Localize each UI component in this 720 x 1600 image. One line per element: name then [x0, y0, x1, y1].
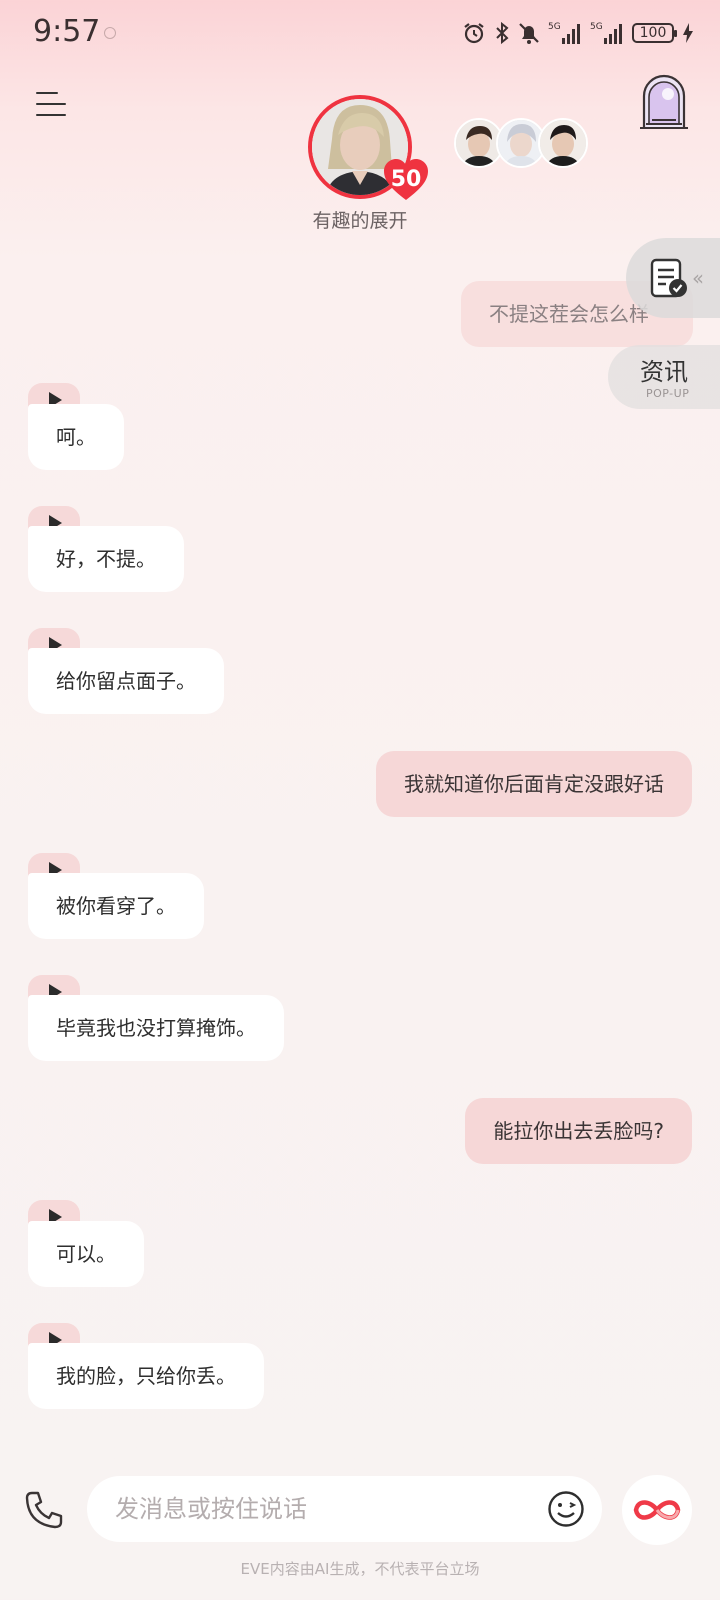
message-bubble-ai[interactable]: 呵。: [28, 404, 124, 470]
menu-line: [36, 92, 58, 94]
alarm-icon: [464, 23, 484, 44]
message-bubble-ai[interactable]: 毕竟我也没打算掩饰。: [28, 995, 284, 1061]
status-time: 9:57: [33, 14, 101, 49]
news-popup-tab[interactable]: 资讯 POP-UP: [608, 345, 720, 409]
task-list-tab[interactable]: ‹‹: [626, 238, 720, 318]
message-bubble-ai[interactable]: 被你看穿了。: [28, 873, 204, 939]
message-bubble-ai[interactable]: 可以。: [28, 1221, 144, 1287]
message-bubble-user[interactable]: 我就知道你后面肯定没跟好话: [376, 751, 692, 817]
portal-door-button[interactable]: [638, 74, 690, 130]
message-input[interactable]: [87, 1476, 602, 1542]
affinity-level-badge[interactable]: 50: [382, 158, 430, 202]
checklist-icon: [650, 258, 687, 298]
other-characters[interactable]: [454, 118, 588, 170]
status-bar: 9:57 5G 5G 100: [0, 0, 720, 70]
notification-dot-icon: [104, 27, 116, 39]
status-icons: 5G 5G 100: [462, 20, 694, 46]
character-name[interactable]: 有趣的展开: [260, 206, 460, 233]
news-popup-title: 资讯: [640, 358, 688, 386]
voice-call-button[interactable]: [22, 1488, 66, 1532]
mute-bell-icon: [519, 23, 539, 44]
svg-text:5G: 5G: [548, 22, 561, 32]
menu-button[interactable]: [36, 90, 66, 118]
battery-indicator: 100: [632, 23, 677, 43]
character-avatar-mini[interactable]: [538, 118, 588, 168]
collapse-chevron-icon: ‹‹: [692, 266, 704, 290]
infinity-icon: [633, 1500, 681, 1520]
phone-icon: [25, 1491, 63, 1529]
bluetooth-icon: [496, 21, 509, 45]
message-bubble-ai[interactable]: 给你留点面子。: [28, 648, 224, 714]
message-bubble-ai[interactable]: 我的脸，只给你丢。: [28, 1343, 264, 1409]
ai-disclaimer: EVE内容由AI生成，不代表平台立场: [240, 1560, 480, 1578]
charging-icon: [683, 23, 693, 43]
ai-mode-button[interactable]: [622, 1475, 692, 1545]
svg-text:5G: 5G: [590, 22, 603, 32]
emoji-button[interactable]: [547, 1490, 585, 1528]
news-popup-subtitle: POP-UP: [646, 387, 690, 400]
message-bubble-ai[interactable]: 好，不提。: [28, 526, 184, 592]
emoji-icon: [548, 1491, 584, 1527]
affinity-level: 50: [390, 167, 422, 192]
signal-icon-1: 5G: [548, 22, 580, 44]
menu-line: [36, 103, 66, 105]
message-bubble-user[interactable]: 能拉你出去丢脸吗?: [465, 1098, 692, 1164]
signal-icon-2: 5G: [590, 22, 622, 44]
menu-line: [36, 114, 66, 116]
door-icon: [640, 74, 688, 129]
